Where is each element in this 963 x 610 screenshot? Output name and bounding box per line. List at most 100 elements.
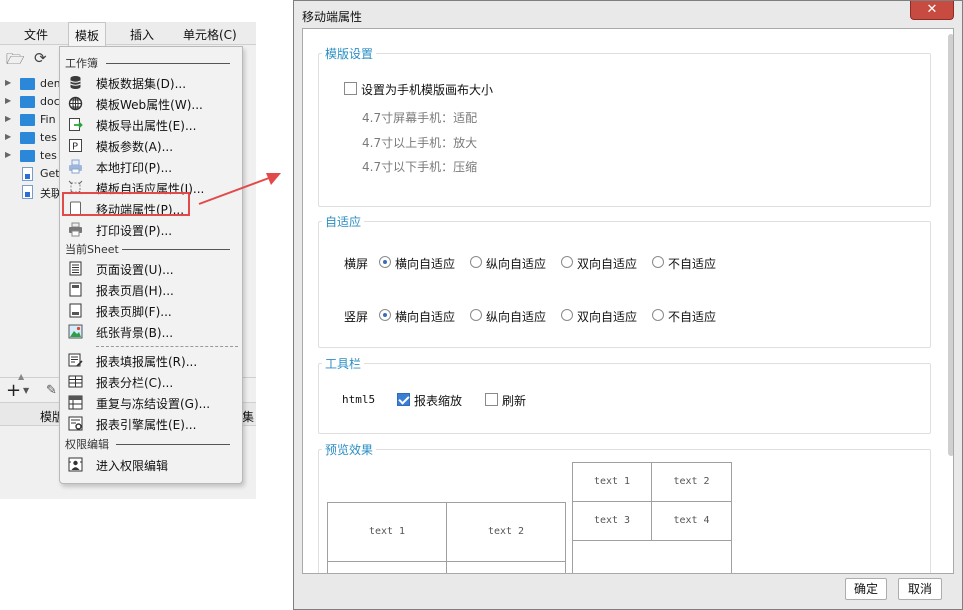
menu-item-report-footer[interactable]: 报表页脚(F)...: [60, 300, 242, 321]
portrait-both-radio[interactable]: [561, 309, 573, 321]
preview-landscape-cell: [446, 561, 566, 573]
menu-item-label: 页面设置(U)...: [96, 263, 174, 277]
bottom-tab-dataset[interactable]: 集: [242, 408, 254, 425]
report-file-icon: [22, 167, 33, 181]
expand-arrow-icon[interactable]: ▶: [5, 96, 11, 105]
close-button[interactable]: ✕: [910, 1, 954, 20]
template-menu: 工作簿 模板数据集(D)... 模板Web属性(W)... 模板导出属性(E).…: [59, 46, 243, 484]
portrait-horizontal-radio[interactable]: [379, 309, 391, 321]
tree-item-label: Fin: [40, 113, 56, 126]
menu-item-repeat-freeze[interactable]: 重复与冻结设置(G)...: [60, 392, 242, 413]
menu-item-report-columns[interactable]: 报表分栏(C)...: [60, 371, 242, 392]
landscape-vertical-radio[interactable]: [470, 256, 482, 268]
vertical-scrollbar[interactable]: [948, 34, 953, 456]
tree-item[interactable]: ▶ doc: [0, 94, 60, 112]
folder-icon: [20, 114, 35, 126]
dialog-content: 模版设置 设置为手机模版画布大小 4.7寸屏幕手机：适配 4.7寸以上手机：放大…: [302, 28, 954, 574]
expand-arrow-icon[interactable]: ▶: [5, 114, 11, 123]
tree-item[interactable]: 关联: [0, 184, 62, 202]
portrait-none-label: 不自适应: [668, 310, 717, 324]
menu-insert[interactable]: 插入: [130, 26, 154, 43]
landscape-both-label: 双向自适应: [577, 257, 638, 271]
permission-icon: [68, 457, 83, 472]
menu-file[interactable]: 文件: [24, 26, 48, 43]
sheet-group-header: 当前Sheet: [65, 243, 119, 256]
tree-item[interactable]: ▶ tes: [0, 130, 60, 148]
print-settings-icon: [69, 222, 82, 237]
menu-item-report-header[interactable]: 报表页眉(H)...: [60, 279, 242, 300]
preview-portrait-cell: [572, 540, 732, 573]
menu-item-engine-properties[interactable]: 报表引擎属性(E)...: [60, 413, 242, 434]
canvas-size-checkbox[interactable]: [344, 82, 357, 95]
menu-item-template-parameters[interactable]: P 模板参数(A)...: [60, 135, 242, 156]
menu-item-template-dataset[interactable]: 模板数据集(D)...: [60, 72, 242, 93]
report-zoom-checkbox[interactable]: [397, 393, 410, 406]
edit-icon[interactable]: ✎: [46, 383, 57, 398]
note-enlarge: 4.7寸以上手机：放大: [362, 136, 478, 150]
tree-item[interactable]: ▶ Fin: [0, 112, 60, 130]
report-zoom-label: 报表缩放: [414, 394, 463, 408]
menu-item-label: 模板Web属性(W)...: [96, 98, 203, 112]
add-button[interactable]: +: [6, 380, 21, 401]
refresh-label: 刷新: [502, 394, 527, 408]
dialog-titlebar[interactable]: 移动端属性 ✕: [294, 1, 962, 28]
tree-item-label: tes: [40, 131, 57, 144]
close-icon: ✕: [926, 2, 938, 17]
menu-item-label: 报表页脚(F)...: [96, 305, 172, 319]
tree-item[interactable]: Get: [0, 166, 60, 184]
menu-item-label: 报表引擎属性(E)...: [96, 418, 197, 432]
menu-item-print-settings[interactable]: 打印设置(P)...: [60, 219, 242, 240]
portrait-both-label: 双向自适应: [577, 310, 638, 324]
menu-item-permission-edit[interactable]: 进入权限编辑: [60, 454, 242, 475]
page-setup-icon: [69, 261, 82, 276]
portrait-none-radio[interactable]: [652, 309, 664, 321]
template-settings-title: 模版设置: [322, 45, 377, 62]
tree-item[interactable]: ▶ dem: [0, 76, 64, 94]
menu-cell[interactable]: 单元格(C): [183, 26, 237, 43]
preview-landscape-cell: text 2: [446, 502, 566, 562]
landscape-label: 横屏: [344, 257, 369, 271]
preview-portrait-cell: text 1: [572, 462, 652, 502]
expand-arrow-icon[interactable]: ▶: [5, 132, 11, 141]
menu-template[interactable]: 模板: [68, 22, 107, 46]
folder-icon: [20, 150, 35, 162]
expand-arrow-icon[interactable]: ▶: [5, 78, 11, 87]
landscape-none-radio[interactable]: [652, 256, 664, 268]
menu-item-label: 重复与冻结设置(G)...: [96, 397, 211, 411]
menu-item-label: 进入权限编辑: [96, 459, 169, 473]
landscape-horizontal-radio[interactable]: [379, 256, 391, 268]
landscape-none-label: 不自适应: [668, 257, 717, 271]
group-divider: [122, 249, 230, 250]
menu-item-label: 模板导出属性(E)...: [96, 119, 197, 133]
menu-item-page-setup[interactable]: 页面设置(U)...: [60, 258, 242, 279]
adaptive-section: [318, 221, 931, 348]
expand-arrow-icon[interactable]: ▶: [5, 150, 11, 159]
preview-landscape-cell: [327, 561, 447, 573]
menu-item-label: 本地打印(P)...: [96, 161, 173, 175]
menu-item-web-properties[interactable]: 模板Web属性(W)...: [60, 93, 242, 114]
annotation-arrow: [198, 173, 281, 205]
menu-item-label: 打印设置(P)...: [96, 224, 173, 238]
globe-icon: [68, 96, 83, 111]
landscape-vertical-label: 纵向自适应: [486, 257, 547, 271]
mobile-properties-dialog: 移动端属性 ✕ 模版设置 设置为手机模版画布大小 4.7寸屏幕手机：适配 4.7…: [293, 0, 963, 610]
template-settings-section: [318, 53, 931, 207]
portrait-vertical-radio[interactable]: [470, 309, 482, 321]
portrait-label: 竖屏: [344, 310, 369, 324]
preview-landscape-cell: text 1: [327, 502, 447, 562]
add-dropdown-icon[interactable]: ▼: [23, 386, 29, 395]
refresh-icon[interactable]: ⟳: [34, 49, 47, 67]
menu-item-fill-properties[interactable]: 报表填报属性(R)...: [60, 350, 242, 371]
folder-icon: [20, 96, 35, 108]
tree-item[interactable]: ▶ tes: [0, 148, 60, 166]
open-folder-icon[interactable]: 🗁: [6, 49, 25, 74]
ok-button[interactable]: 确定: [845, 578, 887, 600]
menu-item-export-properties[interactable]: 模板导出属性(E)...: [60, 114, 242, 135]
menu-item-paper-background[interactable]: 纸张背景(B)...: [60, 321, 242, 342]
cancel-button[interactable]: 取消: [898, 578, 942, 600]
tree-item-label: Get: [40, 167, 60, 180]
menu-item-label: 模板数据集(D)...: [96, 77, 187, 91]
preview-portrait-cell: text 2: [651, 462, 732, 502]
landscape-both-radio[interactable]: [561, 256, 573, 268]
refresh-checkbox[interactable]: [485, 393, 498, 406]
